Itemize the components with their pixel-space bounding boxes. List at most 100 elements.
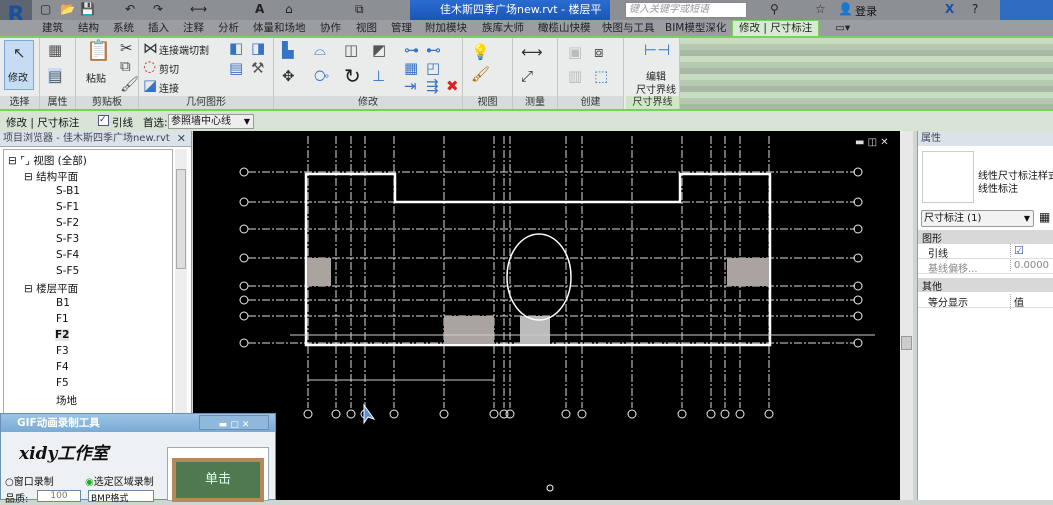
tree-item[interactable]: S-F5 [56, 265, 79, 277]
view-window-controls[interactable]: ▬ ◫ ✕ [855, 137, 889, 148]
align-icon[interactable]: ▙ [282, 42, 294, 58]
cut-geometry-button[interactable]: 剪切 [159, 61, 179, 76]
modify-button[interactable]: ↖ 修改 [4, 40, 34, 90]
mirror-axis-icon[interactable]: ◫ [344, 42, 358, 58]
tab-family-library[interactable]: 族库大师 [482, 21, 524, 36]
tree-item[interactable]: S-F3 [56, 233, 79, 245]
binoculars-icon[interactable]: ⚲ [770, 2, 779, 16]
tree-item[interactable]: 场地 [56, 393, 77, 408]
cut-icon[interactable]: ✂ [120, 40, 133, 56]
property-value[interactable]: 0.0000 m [1010, 260, 1053, 271]
copy-element-icon[interactable]: ⧂ [314, 68, 329, 84]
measure-between-icon[interactable]: ⟷ [521, 44, 543, 60]
tree-item-selected[interactable]: F2 [55, 329, 70, 341]
create-assembly-icon[interactable]: ▣ [568, 44, 582, 60]
tree-item[interactable]: S-B1 [56, 185, 80, 197]
tab-insert[interactable]: 插入 [148, 21, 169, 36]
join-button[interactable]: 连接 [159, 80, 179, 95]
search-input[interactable]: 键入关键字或短语 [625, 2, 747, 18]
property-value[interactable]: 值 [1010, 294, 1024, 309]
help-icon[interactable]: ? [972, 2, 978, 16]
demolish-icon[interactable]: ⚒ [251, 60, 264, 76]
browser-scrollbar[interactable] [175, 149, 187, 449]
delete-icon[interactable]: ✖ [446, 78, 459, 94]
tab-bim-deepen[interactable]: BIM模型深化 [665, 21, 726, 36]
measure-icon[interactable]: ⟷ [190, 2, 207, 16]
tab-annotate[interactable]: 注释 [183, 21, 204, 36]
pin-icon[interactable]: ⇥ [404, 78, 417, 94]
panel-label[interactable]: 选择 [0, 96, 39, 109]
new-icon[interactable]: ▢ [40, 2, 51, 16]
tree-item[interactable]: F5 [56, 377, 69, 389]
tree-item[interactable]: S-F2 [56, 217, 79, 229]
prefer-dropdown[interactable]: 参照墙中心线 ▼ [168, 114, 254, 129]
override-graphics-icon[interactable]: 🖌 [471, 66, 490, 82]
tab-modify-dimensions[interactable]: 修改 | 尺寸标注 [732, 20, 820, 37]
tree-item[interactable]: S-F4 [56, 249, 79, 261]
gif-window-controls[interactable]: ▬ ▢ ✕ [199, 415, 269, 430]
tree-group-structural[interactable]: ⊟ 结构平面 [24, 169, 78, 184]
group-graphics[interactable]: 图形 [918, 230, 1053, 245]
tree-item[interactable]: F1 [56, 313, 69, 325]
trim-icon[interactable]: ⊥ [372, 68, 385, 84]
leader-checkbox[interactable]: ✓ [98, 115, 109, 126]
close-icon[interactable]: ✕ [177, 131, 186, 147]
tab-structure[interactable]: 结构 [78, 21, 99, 36]
login-button[interactable]: 登录 [855, 3, 877, 19]
rotate-icon[interactable]: ↻ [344, 66, 361, 86]
create-group-icon[interactable]: ▥ [568, 68, 582, 84]
tree-item[interactable]: F4 [56, 361, 69, 373]
undo-icon[interactable]: ↶ [125, 2, 135, 16]
join-cut-button[interactable]: 连接端切割 [159, 42, 209, 57]
click-record-button[interactable]: 单击 [167, 447, 269, 502]
leader-property-checkbox[interactable]: ☑ [1010, 244, 1024, 257]
scale-icon[interactable]: ◰ [426, 60, 440, 76]
type-selector-dropdown[interactable]: 尺寸标注 (1) ▼ [921, 210, 1034, 227]
paste-label[interactable]: 粘贴 [86, 70, 106, 85]
match-properties-icon[interactable]: 🖌 [120, 76, 139, 92]
drawing-canvas[interactable]: ▬ ◫ ✕ [193, 131, 913, 500]
format-dropdown[interactable]: BMP格式 [88, 490, 154, 504]
tab-olive-mountain[interactable]: 橄榄山快模 [538, 21, 591, 36]
tree-item[interactable]: F3 [56, 345, 69, 357]
tree-item[interactable]: S-F1 [56, 201, 79, 213]
text-icon[interactable]: A [255, 2, 264, 16]
user-icon[interactable]: 👤 [838, 2, 853, 16]
tree-item[interactable]: B1 [56, 297, 70, 309]
group-other[interactable]: 其他 [918, 278, 1053, 293]
wall-joins-icon[interactable]: ◧ [229, 40, 243, 56]
3d-view-icon[interactable]: ⌂ [285, 2, 293, 16]
edit-witness-lines-button[interactable]: ⊢⊣ 编辑 尺寸界线 [630, 38, 676, 96]
quality-input[interactable]: 100 [37, 490, 81, 502]
tab-collaborate[interactable]: 协作 [320, 21, 341, 36]
split-gap-icon[interactable]: ⊷ [426, 42, 441, 58]
offset-icon[interactable]: ⌓ [314, 42, 326, 58]
array-icon[interactable]: ▦ [404, 60, 418, 76]
mirror-draw-icon[interactable]: ◩ [372, 42, 386, 58]
window-record-radio[interactable]: ○窗口录制 [5, 473, 54, 488]
split-icon[interactable]: ⊶ [404, 42, 419, 58]
tab-quick-tools[interactable]: 快图与工具 [602, 21, 655, 36]
move-icon[interactable]: ✥ [282, 68, 295, 84]
exchange-icon[interactable]: X [945, 2, 954, 16]
tab-view[interactable]: 视图 [356, 21, 377, 36]
scrollbar-thumb[interactable] [176, 169, 186, 269]
unpin-icon[interactable]: ⇶ [426, 78, 439, 94]
paste-icon[interactable]: 📋 [86, 40, 111, 60]
open-icon[interactable]: 📂 [60, 2, 75, 16]
tree-node-views[interactable]: ⊟ ⌜⌟ 视图 (全部) [8, 153, 87, 168]
create-parts-icon[interactable]: ⧇ [594, 44, 604, 60]
tab-systems[interactable]: 系统 [113, 21, 134, 36]
paint-icon[interactable]: ▤ [229, 60, 243, 76]
scrollbar-thumb[interactable] [901, 336, 912, 350]
star-icon[interactable]: ☆ [815, 2, 826, 16]
properties-icon[interactable]: ▤ [48, 68, 63, 84]
tab-analyze[interactable]: 分析 [218, 21, 239, 36]
canvas-scrollbar[interactable] [900, 131, 913, 500]
edit-type-icon[interactable]: ▦ [1039, 210, 1050, 224]
tree-group-floor[interactable]: ⊟ 楼层平面 [24, 281, 78, 296]
type-properties-icon[interactable]: ▦ [48, 42, 62, 58]
redo-icon[interactable]: ↷ [153, 2, 163, 16]
tab-massing[interactable]: 体量和场地 [253, 21, 306, 36]
measure-along-icon[interactable]: ⤢ [521, 68, 533, 84]
